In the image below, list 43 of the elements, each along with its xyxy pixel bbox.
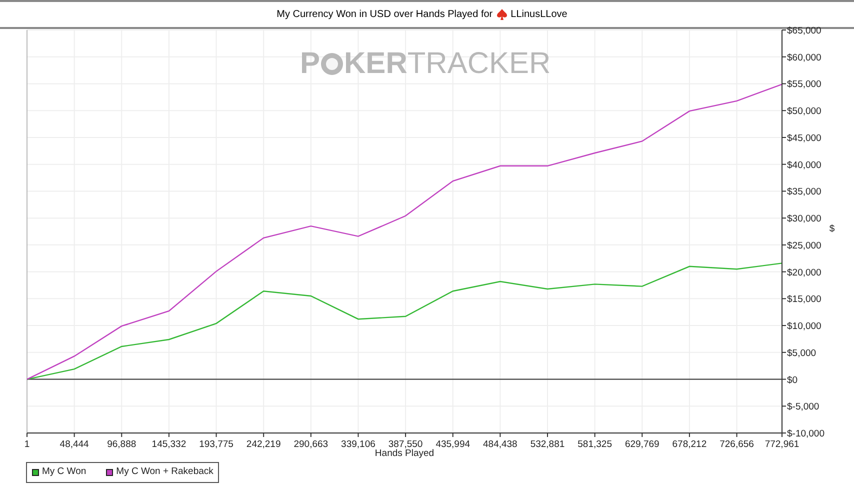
y-tick-label: $20,000 bbox=[787, 267, 822, 278]
x-tick-label: 772,961 bbox=[764, 439, 800, 450]
x-tick-label: 96,888 bbox=[107, 439, 136, 450]
chart-title: My Currency Won in USD over Hands Played for bbox=[276, 8, 493, 22]
x-tick-label: 532,881 bbox=[530, 439, 565, 450]
watermark-text: KER bbox=[344, 49, 408, 79]
x-tick-label: 1 bbox=[24, 439, 30, 450]
y-tick-label: $50,000 bbox=[787, 106, 822, 118]
x-tick-label: 678,212 bbox=[672, 439, 707, 450]
y-tick-label: $55,000 bbox=[787, 79, 822, 90]
x-axis-title: Hands Played bbox=[374, 448, 434, 459]
legend-label: My C Won + Rakeback bbox=[116, 465, 214, 480]
watermark-text: P bbox=[300, 49, 320, 79]
x-tick-label: 48,444 bbox=[60, 439, 89, 450]
x-tick-label: 387,550 bbox=[388, 439, 423, 450]
x-tick-label: 145,332 bbox=[152, 439, 186, 450]
x-tick-label: 581,325 bbox=[578, 439, 612, 450]
y-tick-label: $5,000 bbox=[787, 348, 816, 359]
x-tick-label: 629,769 bbox=[624, 439, 660, 450]
y-tick-label: $60,000 bbox=[787, 52, 822, 64]
y-tick-label: $-5,000 bbox=[787, 402, 820, 413]
y-tick-label: $30,000 bbox=[787, 214, 822, 225]
y-axis-title: $ bbox=[829, 224, 835, 234]
y-tick-label: $45,000 bbox=[787, 132, 822, 144]
y-tick-label: $10,000 bbox=[787, 321, 822, 332]
y-tick-label: $25,000 bbox=[787, 240, 822, 252]
y-tick-label: $15,000 bbox=[787, 294, 822, 306]
legend-label: My C Won bbox=[42, 465, 86, 480]
watermark-text: TRACKER bbox=[407, 49, 551, 79]
y-tick-label: $-10,000 bbox=[787, 428, 825, 440]
y-tick-label: $35,000 bbox=[787, 186, 822, 198]
x-tick-label: 242,219 bbox=[246, 439, 281, 450]
y-tick-label: $40,000 bbox=[787, 160, 822, 171]
x-tick-label: 193,775 bbox=[199, 439, 234, 450]
x-tick-label: 726,656 bbox=[720, 439, 754, 450]
player-name: LLinusLLove bbox=[510, 8, 568, 22]
x-tick-label: 290,663 bbox=[294, 439, 328, 450]
spade-icon bbox=[496, 9, 507, 20]
y-tick-label: $0 bbox=[787, 374, 798, 386]
x-tick-label: 435,994 bbox=[436, 439, 470, 450]
x-tick-label: 484,438 bbox=[483, 439, 518, 450]
y-tick-label: $65,000 bbox=[787, 26, 822, 36]
x-tick-label: 339,106 bbox=[341, 439, 376, 450]
